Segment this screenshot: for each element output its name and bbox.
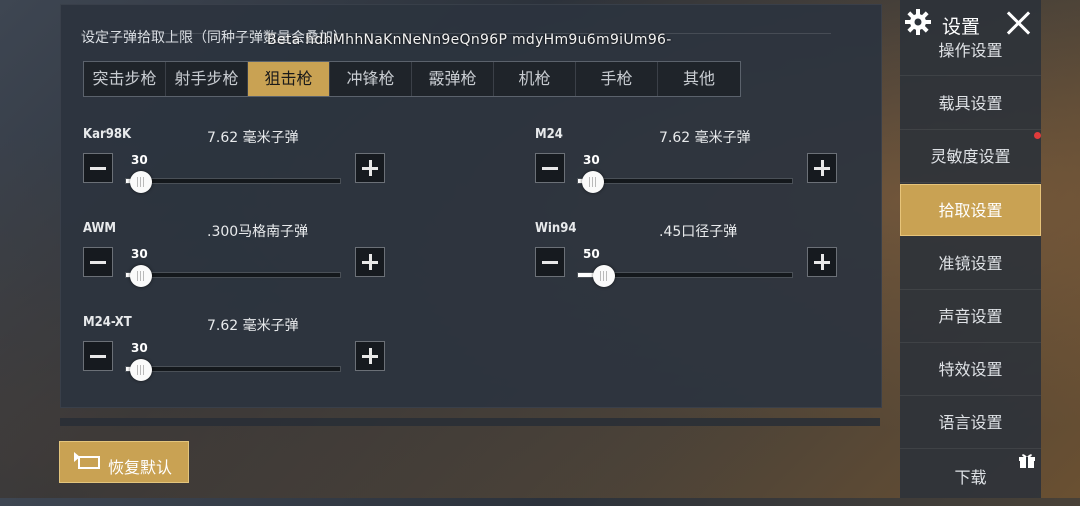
- slider-thumb[interactable]: [592, 265, 615, 287]
- sidebar-item-pickup[interactable]: 拾取设置: [900, 184, 1041, 236]
- tab-shotgun[interactable]: 霰弹枪: [412, 62, 494, 96]
- tab-other[interactable]: 其他: [658, 62, 740, 96]
- decrease-button[interactable]: [535, 247, 565, 277]
- gun-row-win94: Win94 .45口径子弹 50: [535, 221, 845, 291]
- limit-slider[interactable]: [125, 359, 341, 381]
- limit-value: 30: [131, 153, 148, 167]
- tab-machine-gun[interactable]: 机枪: [494, 62, 576, 96]
- limit-value: 30: [131, 247, 148, 261]
- ammo-type: 7.62 毫米子弹: [207, 130, 299, 146]
- slider-thumb[interactable]: [129, 171, 152, 193]
- increase-button[interactable]: [355, 153, 385, 183]
- sidebar-item-audio[interactable]: 声音设置: [900, 291, 1041, 343]
- ammo-type: .300马格南子弹: [207, 224, 309, 240]
- weapon-category-tabs: 突击步枪 射手步枪 狙击枪 冲锋枪 霰弹枪 机枪 手枪 其他: [83, 61, 741, 97]
- gift-icon[interactable]: [1018, 452, 1036, 468]
- increase-button[interactable]: [355, 341, 385, 371]
- increase-button[interactable]: [355, 247, 385, 277]
- reset-button-label: 恢复默认: [108, 458, 173, 477]
- gun-name: Kar98K: [83, 127, 132, 142]
- gun-row-m24-xt: M24-XT 7.62 毫米子弹 30: [83, 315, 393, 385]
- decrease-button[interactable]: [83, 341, 113, 371]
- slider-thumb[interactable]: [129, 359, 152, 381]
- beta-watermark: Beta hdhMhhNaKnNeNn9eQn96P mdyHm9u6m9iUm…: [267, 32, 672, 48]
- panel-scrollbar[interactable]: [60, 418, 880, 426]
- gun-name: Win94: [535, 221, 577, 236]
- ammo-type: 7.62 毫米子弹: [207, 318, 299, 334]
- pickup-settings-panel: 设定子弹拾取上限（同种子弹数量会叠加） Beta hdhMhhNaKnNeNn9…: [60, 4, 882, 408]
- increase-button[interactable]: [807, 153, 837, 183]
- slider-thumb[interactable]: [129, 265, 152, 287]
- notification-dot: [1034, 132, 1041, 139]
- increase-button[interactable]: [807, 247, 837, 277]
- limit-slider[interactable]: [125, 171, 341, 193]
- tab-marksman-rifle[interactable]: 射手步枪: [166, 62, 248, 96]
- tab-sniper-rifle[interactable]: 狙击枪: [248, 62, 330, 96]
- sidebar-item-vehicle[interactable]: 载具设置: [900, 78, 1041, 130]
- sidebar-item-sensitivity[interactable]: 灵敏度设置: [900, 131, 1041, 183]
- tab-smg[interactable]: 冲锋枪: [330, 62, 412, 96]
- decrease-button[interactable]: [535, 153, 565, 183]
- ammo-type: 7.62 毫米子弹: [659, 130, 751, 146]
- limit-value: 30: [583, 153, 600, 167]
- gun-name: M24: [535, 127, 563, 142]
- limit-slider[interactable]: [577, 265, 793, 287]
- gun-name: AWM: [83, 221, 117, 236]
- tab-assault-rifle[interactable]: 突击步枪: [84, 62, 166, 96]
- gun-row-m24: M24 7.62 毫米子弹 30: [535, 127, 845, 197]
- limit-slider[interactable]: [577, 171, 793, 193]
- sidebar-item-controls[interactable]: 操作设置: [900, 26, 1041, 76]
- tab-pistol[interactable]: 手枪: [576, 62, 658, 96]
- gun-row-awm: AWM .300马格南子弹 30: [83, 221, 393, 291]
- sidebar-item-effects[interactable]: 特效设置: [900, 344, 1041, 396]
- decrease-button[interactable]: [83, 153, 113, 183]
- limit-value: 30: [131, 341, 148, 355]
- limit-value: 50: [583, 247, 600, 261]
- sidebar-item-language[interactable]: 语言设置: [900, 397, 1041, 449]
- sidebar-item-scope[interactable]: 准镜设置: [900, 238, 1041, 290]
- gun-name: M24-XT: [83, 315, 132, 330]
- decrease-button[interactable]: [83, 247, 113, 277]
- ammo-type: .45口径子弹: [659, 224, 738, 240]
- gun-row-kar98k: Kar98K 7.62 毫米子弹 30: [83, 127, 393, 197]
- reset-default-button[interactable]: 恢复默认: [59, 441, 189, 483]
- reset-icon: [74, 452, 100, 469]
- limit-slider[interactable]: [125, 265, 341, 287]
- slider-thumb[interactable]: [581, 171, 604, 193]
